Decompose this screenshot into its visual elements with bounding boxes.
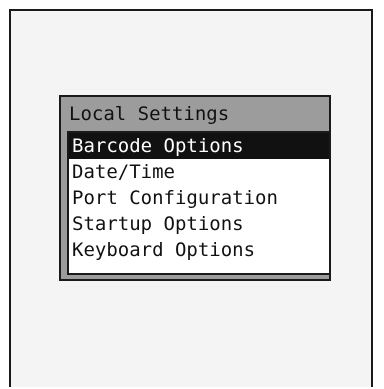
- menu-item-keyboard-options[interactable]: Keyboard Options: [69, 237, 329, 263]
- device-screen: Local Settings Barcode Options Date/Time…: [9, 9, 373, 387]
- dialog-title: Local Settings: [69, 103, 230, 125]
- local-settings-dialog: Local Settings Barcode Options Date/Time…: [59, 95, 331, 281]
- menu-item-port-configuration[interactable]: Port Configuration: [69, 185, 329, 211]
- menu-item-date-time[interactable]: Date/Time: [69, 159, 329, 185]
- menu-item-startup-options[interactable]: Startup Options: [69, 211, 329, 237]
- menu-item-barcode-options[interactable]: Barcode Options: [69, 133, 329, 159]
- settings-menu: Barcode Options Date/Time Port Configura…: [67, 131, 331, 275]
